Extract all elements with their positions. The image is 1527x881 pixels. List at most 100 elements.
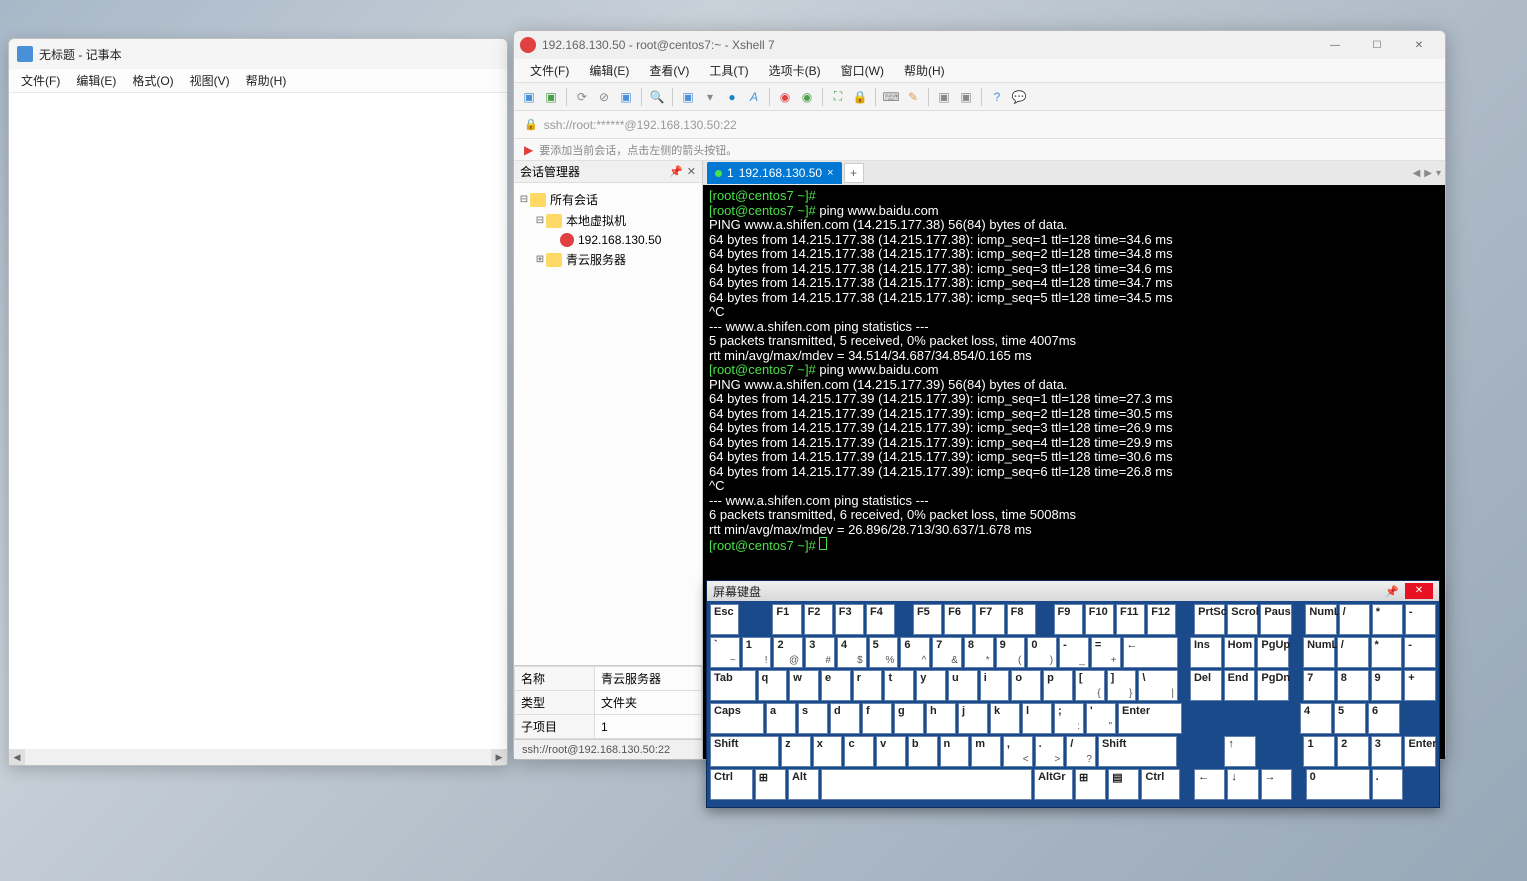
- onscreen-keyboard[interactable]: 屏幕键盘 📌 ✕ EscF1F2F3F4F5F6F7F8F9F10F11F12P…: [706, 580, 1440, 808]
- key-blank[interactable]: [821, 769, 1032, 800]
- key-tab[interactable]: Tab: [710, 670, 756, 701]
- key-z[interactable]: z: [781, 736, 811, 767]
- key-q[interactable]: q: [758, 670, 788, 701]
- key-numl[interactable]: NumL: [1303, 637, 1335, 668]
- tab-prev-icon[interactable]: ◀: [1413, 168, 1421, 179]
- terminal-tab-1[interactable]: 1 192.168.130.50 ×: [707, 162, 842, 184]
- key-shift[interactable]: Shift: [710, 736, 779, 767]
- key-f8[interactable]: F8: [1007, 604, 1036, 635]
- key-i[interactable]: i: [980, 670, 1010, 701]
- close-button[interactable]: ✕: [1399, 33, 1439, 57]
- keyboard-icon[interactable]: ⌨: [882, 88, 900, 106]
- expand-icon[interactable]: ⊞: [534, 254, 546, 265]
- key-scrol[interactable]: Scrol: [1227, 604, 1258, 635]
- key-⊞[interactable]: ⊞: [1075, 769, 1106, 800]
- scroll-left-icon[interactable]: ◀: [9, 749, 25, 765]
- key-ctrl[interactable]: Ctrl: [710, 769, 753, 800]
- key-f3[interactable]: F3: [835, 604, 864, 635]
- key-2[interactable]: 2@: [773, 637, 803, 668]
- osk-titlebar[interactable]: 屏幕键盘 📌 ✕: [707, 581, 1439, 601]
- key-←[interactable]: ←: [1123, 637, 1178, 668]
- key-c[interactable]: c: [844, 736, 874, 767]
- osk-close-button[interactable]: ✕: [1405, 583, 1433, 599]
- fullscreen-icon[interactable]: ⛶: [829, 88, 847, 106]
- key-▤[interactable]: ▤: [1108, 769, 1139, 800]
- paste-icon[interactable]: ▾: [701, 88, 719, 106]
- key-f11[interactable]: F11: [1116, 604, 1145, 635]
- key-.[interactable]: .>: [1035, 736, 1065, 767]
- feedback-icon[interactable]: 💬: [1010, 88, 1028, 106]
- menu-item[interactable]: 工具(T): [699, 60, 758, 81]
- key-del[interactable]: Del: [1190, 670, 1222, 701]
- key-caps[interactable]: Caps: [710, 703, 764, 734]
- key-prtsc[interactable]: PrtSc: [1194, 604, 1225, 635]
- menu-item[interactable]: 编辑(E): [68, 70, 124, 91]
- key-e[interactable]: e: [821, 670, 851, 701]
- tab-next-icon[interactable]: ▶: [1424, 168, 1432, 179]
- key-`[interactable]: `~: [710, 637, 740, 668]
- notepad-scrollbar-h[interactable]: ◀ ▶: [9, 749, 507, 765]
- key-esc[interactable]: Esc: [710, 604, 739, 635]
- key-s[interactable]: s: [798, 703, 828, 734]
- key-0[interactable]: 0): [1027, 637, 1057, 668]
- open-session-icon[interactable]: ▣: [542, 88, 560, 106]
- key-↑[interactable]: ↑: [1224, 736, 1256, 767]
- key-end[interactable]: End: [1224, 670, 1256, 701]
- key-enter[interactable]: Enter: [1118, 703, 1182, 734]
- key-3[interactable]: 3: [1371, 736, 1403, 767]
- key-7[interactable]: 7&: [932, 637, 962, 668]
- collapse-icon[interactable]: ⊟: [534, 215, 546, 226]
- script-icon[interactable]: ▣: [935, 88, 953, 106]
- key-ctrl[interactable]: Ctrl: [1141, 769, 1180, 800]
- menu-item[interactable]: 查看(V): [639, 60, 699, 81]
- key-8[interactable]: 8: [1337, 670, 1369, 701]
- menu-item[interactable]: 编辑(E): [579, 60, 639, 81]
- tree-group-local[interactable]: ⊟ 本地虚拟机: [518, 210, 698, 231]
- key-n[interactable]: n: [940, 736, 970, 767]
- key-f10[interactable]: F10: [1085, 604, 1114, 635]
- notepad-titlebar[interactable]: 无标题 - 记事本: [9, 39, 507, 69]
- sidebar-close-icon[interactable]: ✕: [687, 165, 696, 178]
- key-h[interactable]: h: [926, 703, 956, 734]
- key-b[interactable]: b: [908, 736, 938, 767]
- key-pgdn[interactable]: PgDn: [1257, 670, 1289, 701]
- xftp-icon[interactable]: ◉: [798, 88, 816, 106]
- key-1[interactable]: 1: [1303, 736, 1335, 767]
- key-v[interactable]: v: [876, 736, 906, 767]
- key-f9[interactable]: F9: [1054, 604, 1083, 635]
- globe-icon[interactable]: ●: [723, 88, 741, 106]
- menu-item[interactable]: 窗口(W): [831, 60, 894, 81]
- dropdown-icon[interactable]: ▣: [957, 88, 975, 106]
- key-f5[interactable]: F5: [913, 604, 942, 635]
- key-;[interactable]: ;:: [1054, 703, 1084, 734]
- key-hom[interactable]: Hom: [1224, 637, 1256, 668]
- key-.[interactable]: .: [1372, 769, 1403, 800]
- key-9[interactable]: 9(: [996, 637, 1026, 668]
- tab-list-icon[interactable]: ▾: [1436, 168, 1441, 179]
- highlight-icon[interactable]: ✎: [904, 88, 922, 106]
- key-x[interactable]: x: [813, 736, 843, 767]
- disconnect-icon[interactable]: ⊘: [595, 88, 613, 106]
- menu-item[interactable]: 格式(O): [124, 70, 181, 91]
- menu-item[interactable]: 帮助(H): [238, 70, 295, 91]
- key-p[interactable]: p: [1043, 670, 1073, 701]
- xshell-addressbar[interactable]: 🔒 ssh://root:******@192.168.130.50:22: [514, 111, 1445, 139]
- xshell-titlebar[interactable]: 192.168.130.50 - root@centos7:~ - Xshell…: [514, 31, 1445, 59]
- key-3[interactable]: 3#: [805, 637, 835, 668]
- key-u[interactable]: u: [948, 670, 978, 701]
- key-f2[interactable]: F2: [804, 604, 833, 635]
- key-pgup[interactable]: PgUp: [1257, 637, 1289, 668]
- maximize-button[interactable]: ☐: [1357, 33, 1397, 57]
- key-g[interactable]: g: [894, 703, 924, 734]
- key-[[interactable]: [{: [1075, 670, 1105, 701]
- menu-item[interactable]: 文件(F): [13, 70, 68, 91]
- key-f[interactable]: f: [862, 703, 892, 734]
- properties-icon[interactable]: ▣: [617, 88, 635, 106]
- key-↓[interactable]: ↓: [1227, 769, 1258, 800]
- key-alt[interactable]: Alt: [788, 769, 819, 800]
- search-icon[interactable]: 🔍: [648, 88, 666, 106]
- key-f1[interactable]: F1: [772, 604, 801, 635]
- new-session-icon[interactable]: ▣: [520, 88, 538, 106]
- key-l[interactable]: l: [1022, 703, 1052, 734]
- key-→[interactable]: →: [1261, 769, 1292, 800]
